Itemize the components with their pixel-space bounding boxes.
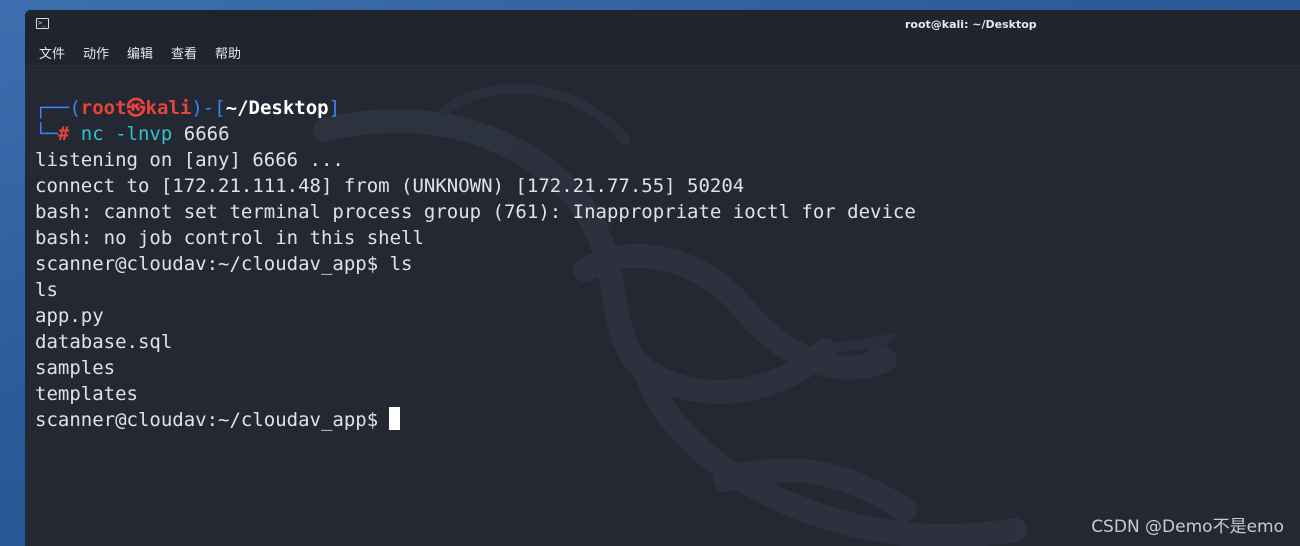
command-arg: 6666: [183, 123, 230, 145]
menu-file[interactable]: 文件: [39, 43, 65, 62]
prompt-close: ]: [328, 97, 341, 119]
menu-help[interactable]: 帮助: [215, 43, 241, 62]
command-text: nc -lnvp: [80, 123, 173, 145]
prompt-separator: )-[: [191, 97, 226, 119]
output-line: templates: [35, 383, 138, 405]
prompt-user: root: [80, 97, 127, 119]
terminal-window: >_ root@kali: ~/Desktop 文件 动作 编辑 查看 帮助 ┌…: [25, 10, 1300, 546]
prompt-host: kali: [145, 97, 192, 119]
prompt-box-top: ┌──(: [35, 97, 81, 119]
prompt-box-bottom: └─: [35, 123, 58, 145]
menu-edit[interactable]: 编辑: [127, 43, 153, 62]
menu-action[interactable]: 动作: [83, 43, 109, 62]
menu-bar: 文件 动作 编辑 查看 帮助: [25, 40, 1300, 66]
menu-view[interactable]: 查看: [171, 43, 197, 62]
text-cursor: [389, 407, 401, 430]
output-line: ls: [35, 279, 58, 301]
terminal-icon[interactable]: >_: [36, 18, 49, 29]
window-title: root@kali: ~/Desktop: [905, 18, 1037, 31]
output-line: app.py: [35, 305, 104, 327]
output-line: listening on [any] 6666 ...: [35, 149, 344, 171]
output-line: connect to [172.21.111.48] from (UNKNOWN…: [35, 175, 745, 197]
prompt-command-line: └─# nc -lnvp 6666: [35, 121, 230, 147]
final-prompt: scanner@cloudav:~/cloudav_app$: [35, 409, 379, 431]
csdn-watermark: CSDN @Demo不是emo: [1091, 517, 1284, 537]
output-line: samples: [35, 357, 116, 379]
prompt-at-symbol: ㉿: [126, 97, 146, 119]
output-line: bash: no job control in this shell: [35, 227, 424, 249]
prompt-header: ┌──(root㉿kali)-[~/Desktop]: [35, 95, 340, 121]
prompt-hash: #: [57, 123, 70, 145]
final-prompt-line: scanner@cloudav:~/cloudav_app$: [35, 407, 401, 433]
output-line: scanner@cloudav:~/cloudav_app$ ls: [35, 253, 413, 275]
output-line: bash: cannot set terminal process group …: [35, 201, 916, 223]
output-line: database.sql: [35, 331, 173, 353]
title-bar: >_ root@kali: ~/Desktop: [25, 10, 1300, 40]
terminal-output[interactable]: ┌──(root㉿kali)-[~/Desktop] └─# nc -lnvp …: [25, 66, 1300, 546]
prompt-path: ~/Desktop: [225, 97, 329, 119]
